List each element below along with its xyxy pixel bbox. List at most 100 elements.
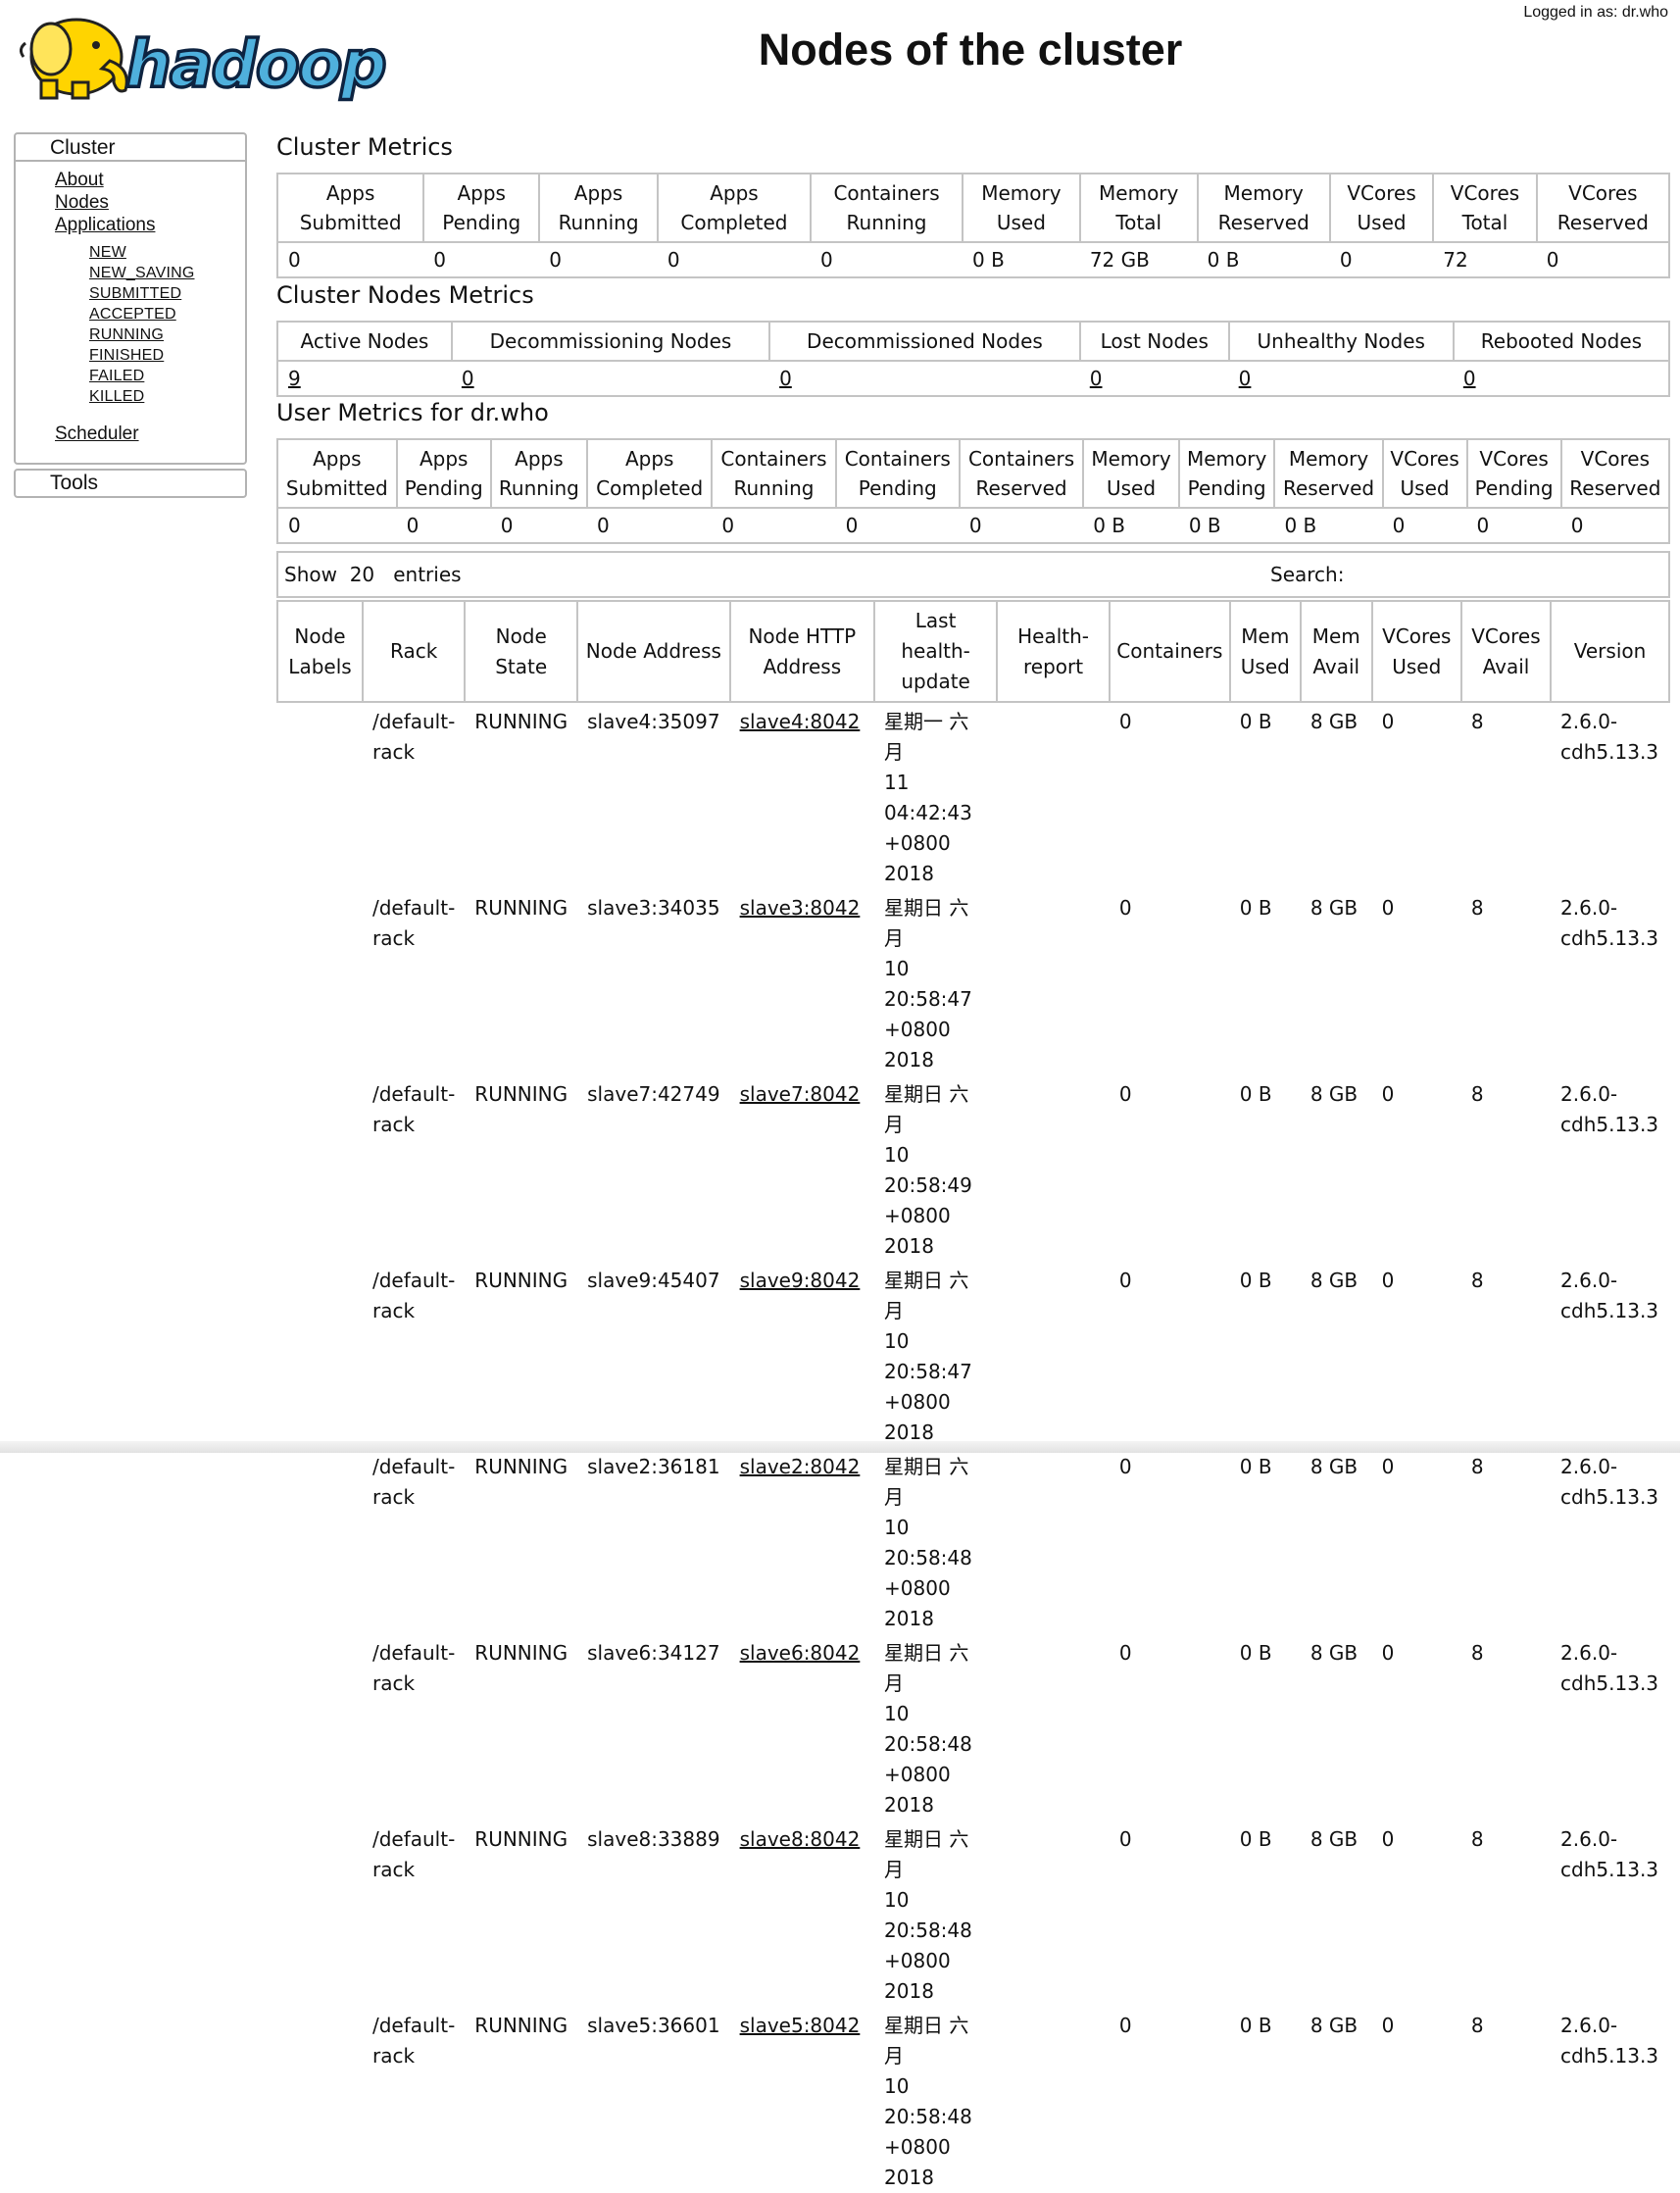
metric-header-line: Submitted [299, 211, 402, 234]
column-header[interactable]: Version [1550, 600, 1670, 703]
metric-header-line: Memory [1223, 181, 1304, 205]
cell-http[interactable]: slave9:8042 [730, 1262, 874, 1448]
hadoop-logo[interactable]: hadoop [16, 4, 420, 102]
entries-length-control[interactable]: Show 20 entries [284, 563, 462, 586]
cell-http[interactable]: slave3:8042 [730, 889, 874, 1075]
metric-value-link[interactable]: 0 [1090, 367, 1103, 390]
metric-header-line: Running [558, 211, 639, 234]
cell-health-update-line: 星期日 六月 [884, 2014, 969, 2068]
sidebar-link-scheduler[interactable]: Scheduler [55, 424, 139, 445]
cell-health-update-line: 星期日 六月 [884, 896, 969, 950]
table-row: /default-rack RUNNING slave7:42749 slave7:8… [277, 1075, 1669, 1262]
metric-value[interactable]: 0 [769, 360, 1080, 396]
horizontal-scrollbar[interactable] [0, 1441, 1680, 1453]
cell-http[interactable]: slave2:8042 [730, 1448, 874, 1634]
node-http-link[interactable]: slave5:8042 [740, 2014, 861, 2037]
column-header[interactable]: Node Address [576, 600, 731, 703]
sidebar-link-applications[interactable]: Applications [55, 215, 155, 236]
cell-health-update-line: 星期一 六月 [884, 710, 969, 764]
column-header[interactable]: Node Labels [276, 600, 364, 703]
column-header[interactable]: Node HTTP Address [728, 600, 876, 703]
cell-rack-line: /default- [371, 1082, 456, 1106]
cell-labels [277, 2007, 363, 2193]
metric-value[interactable]: 0 [451, 360, 770, 396]
column-header[interactable]: Rack [361, 600, 467, 703]
search-label: Search: [1270, 563, 1345, 586]
metric-value: 0 [835, 507, 960, 543]
metric-value: 0 [423, 241, 540, 277]
node-http-link[interactable]: slave8:8042 [740, 1827, 861, 1851]
sidebar-link-new[interactable]: NEW [89, 244, 126, 262]
cell-version-line: cdh5.13.3 [1560, 740, 1659, 764]
node-http-link[interactable]: slave3:8042 [740, 896, 861, 920]
node-http-link[interactable]: slave7:8042 [740, 1082, 861, 1106]
cell-vcores-avail: 8 [1470, 1269, 1484, 1292]
cell-state: RUNNING [474, 1269, 568, 1292]
column-header-line: report [1023, 654, 1084, 678]
metric-header: Apps Pending [422, 173, 541, 243]
cell-vcores-avail: 8 [1470, 1082, 1484, 1106]
cell-rack-line: /default- [371, 896, 456, 920]
sidebar-link-running[interactable]: RUNNING [89, 326, 164, 344]
metric-value[interactable]: 0 [1079, 360, 1229, 396]
sidebar-link-killed[interactable]: KILLED [89, 388, 144, 406]
cell-rack-line: /default- [371, 2014, 456, 2037]
cell-http[interactable]: slave7:8042 [730, 1075, 874, 1262]
metric-header-line: Containers [720, 447, 827, 471]
metric-value: 0 B [1274, 507, 1383, 543]
metric-value[interactable]: 0 [1228, 360, 1454, 396]
sidebar-link-about[interactable]: About [55, 170, 104, 191]
column-header[interactable]: Containers [1108, 600, 1231, 703]
column-header[interactable]: Node State [464, 600, 579, 703]
metric-header-line: Apps [457, 181, 506, 205]
cell-vcores-used: 0 [1381, 1455, 1395, 1478]
entries-count-select[interactable]: 20 [350, 563, 374, 586]
sidebar-link-failed[interactable]: FAILED [89, 368, 144, 385]
sidebar-link-submitted[interactable]: SUBMITTED [89, 285, 181, 303]
metric-value-link[interactable]: 0 [1463, 367, 1476, 390]
sidebar-link-accepted[interactable]: ACCEPTED [89, 306, 176, 324]
node-http-link[interactable]: slave9:8042 [740, 1269, 861, 1292]
metric-value-link[interactable]: 9 [288, 367, 301, 390]
metric-value-link[interactable]: 0 [462, 367, 474, 390]
cell-health-update-line: +0800 2018 [884, 1390, 951, 1444]
cell-http[interactable]: slave6:8042 [730, 1634, 874, 1820]
column-header[interactable]: Mem Avail [1299, 600, 1373, 703]
cell-vcores-avail: 8 [1470, 710, 1484, 733]
metric-value[interactable]: 9 [277, 360, 452, 396]
metric-value[interactable]: 0 [1453, 360, 1669, 396]
metric-value-link[interactable]: 0 [1239, 367, 1252, 390]
sidebar-link-new-saving[interactable]: NEW_SAVING [89, 265, 195, 282]
metric-value: 0 [1466, 507, 1561, 543]
cell-version-line: cdh5.13.3 [1560, 1671, 1659, 1695]
metric-value-link[interactable]: 0 [779, 367, 792, 390]
sidebar-link-nodes[interactable]: Nodes [55, 192, 109, 214]
cell-http[interactable]: slave8:8042 [730, 1820, 874, 2007]
node-http-link[interactable]: slave4:8042 [740, 710, 861, 733]
cell-mem-used: 0 B [1239, 710, 1272, 733]
metric-header: Apps Completed [586, 438, 714, 509]
cell-http[interactable]: slave4:8042 [730, 702, 874, 889]
metric-header: Containers Running [810, 173, 964, 243]
node-http-link[interactable]: slave6:8042 [740, 1641, 861, 1665]
cell-rack-line: rack [371, 1671, 416, 1695]
node-http-link[interactable]: slave2:8042 [740, 1455, 861, 1478]
column-header[interactable]: VCores Avail [1459, 600, 1553, 703]
metric-value: 0 [712, 507, 836, 543]
metric-value: 72 GB [1079, 241, 1198, 277]
sidebar-link-finished[interactable]: FINISHED [89, 347, 164, 365]
column-header-line: Used [1240, 654, 1290, 678]
sidebar-cluster-header[interactable]: Cluster [16, 134, 245, 162]
column-header[interactable]: Last health-update [873, 600, 999, 703]
column-header[interactable]: Mem Used [1228, 600, 1302, 703]
sidebar-tools-header[interactable]: Tools [16, 471, 245, 496]
cluster-nodes-metrics-title: Cluster Nodes Metrics [276, 281, 534, 309]
cell-mem-avail: 8 GB [1309, 1641, 1359, 1665]
cell-state: RUNNING [474, 1827, 568, 1851]
cell-containers: 0 [1118, 1827, 1132, 1851]
column-header[interactable]: VCores Used [1370, 600, 1462, 703]
cell-http[interactable]: slave5:8042 [730, 2007, 874, 2193]
column-header[interactable]: Health-report [996, 600, 1111, 703]
metric-value: 0 [396, 507, 491, 543]
metric-header-line: Running [846, 211, 927, 234]
